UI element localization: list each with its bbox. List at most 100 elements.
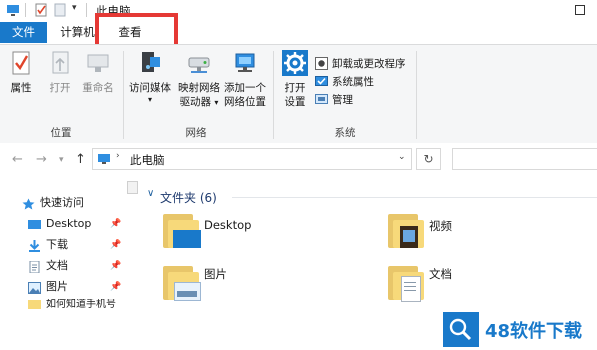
nav-item-quick-access[interactable]: 快速访问 [0, 193, 130, 213]
computer-icon [97, 152, 111, 166]
folder-pictures[interactable] [163, 264, 203, 304]
recent-locations-dropdown-icon[interactable]: ▾ [59, 155, 64, 165]
nav-item-label: 图片 [46, 280, 68, 293]
pin-icon[interactable]: 📌 [110, 277, 121, 297]
address-path: 此电脑 [130, 153, 165, 167]
access-media-label: 访问媒体 [129, 82, 171, 94]
group-separator [416, 51, 417, 139]
nav-item-documents[interactable]: 文档 📌 [0, 256, 130, 276]
open-button[interactable]: 打开 [44, 49, 76, 95]
forward-arrow-icon[interactable]: → [36, 152, 47, 167]
desktop-icon [28, 218, 41, 230]
pin-icon[interactable]: 📌 [110, 256, 121, 276]
access-media-button[interactable]: 访问媒体 ▾ [127, 49, 173, 104]
document-icon [28, 260, 41, 274]
nav-item-folder-partial[interactable]: 如何知道手机号 [0, 299, 137, 309]
folder-desktop[interactable] [163, 212, 203, 252]
ribbon: 属性 打开 重命名 位置 访问媒体 ▾ 映射网络 驱动器 ▾ 添加一个 网络位置 [0, 44, 597, 144]
star-icon [22, 197, 35, 210]
site-watermark: 48软件下载 [443, 312, 597, 347]
download-arrow-icon [28, 239, 41, 252]
videos-folder-icon [388, 212, 424, 248]
media-server-icon [136, 49, 164, 77]
address-dropdown-icon[interactable]: ⌄ [398, 152, 406, 162]
network-location-icon [231, 49, 259, 77]
divider [86, 3, 87, 17]
folder-label: 视频 [429, 219, 452, 233]
up-arrow-icon[interactable]: ↑ [75, 152, 86, 167]
properties-button[interactable]: 属性 [6, 49, 36, 95]
rename-label: 重命名 [82, 82, 114, 94]
title-bar: ▾ 此电脑 [0, 0, 597, 20]
uninstall-icon [315, 56, 328, 70]
rename-icon [84, 49, 112, 77]
pictures-folder-icon [163, 264, 201, 301]
folder-label: 文档 [429, 267, 452, 281]
documents-folder-icon [388, 264, 424, 302]
manage-label: 管理 [332, 93, 353, 106]
group-separator [123, 51, 124, 139]
folder-label: Desktop [204, 218, 252, 232]
nav-item-downloads[interactable]: 下载 📌 [0, 235, 130, 255]
properties-label: 属性 [10, 82, 32, 94]
divider [25, 3, 26, 17]
nav-item-desktop[interactable]: Desktop 📌 [0, 214, 130, 234]
nav-item-label: 快速访问 [40, 196, 84, 209]
rename-button[interactable]: 重命名 [80, 49, 116, 95]
group-label-location: 位置 [50, 127, 72, 139]
breadcrumb-chevron-icon[interactable]: › [116, 151, 120, 161]
properties-icon[interactable] [34, 3, 48, 17]
folder-label: 图片 [204, 267, 227, 281]
tab-computer[interactable]: 计算机 [55, 22, 100, 43]
manage-icon [315, 93, 328, 106]
watermark-search-tile [443, 312, 479, 347]
group-label-network: 网络 [185, 127, 207, 139]
map-network-drive-button[interactable]: 映射网络 驱动器 ▾ [176, 49, 222, 110]
open-icon [46, 49, 74, 77]
maximize-button[interactable] [563, 0, 597, 20]
section-chevron-icon[interactable]: ∨ [147, 188, 154, 199]
map-network-drive-label-1: 映射网络 [178, 82, 220, 94]
folder-documents[interactable] [388, 264, 428, 304]
tab-file[interactable]: 文件 [0, 22, 47, 43]
properties-icon [7, 49, 35, 77]
folder-icon [28, 299, 41, 309]
pin-icon[interactable]: 📌 [110, 235, 121, 255]
add-network-location-label-2: 网络位置 [224, 96, 266, 108]
watermark-text-box: 48软件下载 [479, 312, 597, 347]
network-drive-icon [185, 49, 213, 77]
nav-item-label: 下载 [46, 238, 68, 251]
address-bar[interactable]: › 此电脑 ⌄ [92, 148, 412, 170]
section-divider [232, 197, 597, 198]
system-properties-label: 系统属性 [332, 75, 374, 88]
refresh-button[interactable]: ↻ [416, 148, 441, 170]
system-properties-button[interactable]: 系统属性 [315, 72, 415, 90]
open-settings-label-1: 打开 [284, 82, 306, 94]
settings-gear-icon [281, 49, 309, 77]
dropdown-arrow-icon: ▾ [147, 95, 152, 104]
nav-item-label: 文档 [46, 259, 68, 272]
search-icon [449, 318, 472, 341]
system-small-buttons: 卸载或更改程序 系统属性 管理 [315, 54, 415, 108]
nav-item-label: 如何知道手机号 [46, 299, 116, 309]
pin-icon[interactable]: 📌 [110, 214, 121, 234]
system-properties-icon [315, 75, 328, 88]
folder-videos[interactable] [388, 212, 428, 252]
add-network-location-button[interactable]: 添加一个 网络位置 [222, 49, 268, 109]
back-arrow-icon[interactable]: ← [12, 152, 23, 167]
picture-icon [28, 281, 41, 294]
open-settings-button[interactable]: 打开 设置 [279, 49, 311, 109]
new-folder-icon[interactable] [53, 3, 67, 17]
manage-button[interactable]: 管理 [315, 90, 415, 108]
map-network-drive-label-2: 驱动器 ▾ [179, 96, 219, 108]
search-input[interactable] [452, 148, 597, 170]
uninstall-programs-button[interactable]: 卸载或更改程序 [315, 54, 415, 72]
open-label: 打开 [49, 82, 71, 94]
watermark-text: 48软件下载 [485, 321, 583, 342]
nav-item-pictures[interactable]: 图片 📌 [0, 277, 130, 297]
uninstall-programs-label: 卸载或更改程序 [332, 57, 406, 70]
dropdown-arrow-icon: ▾ [214, 98, 219, 107]
desktop-folder-icon [163, 212, 201, 248]
group-separator [273, 51, 274, 139]
quick-access-dropdown-icon[interactable]: ▾ [72, 3, 77, 13]
